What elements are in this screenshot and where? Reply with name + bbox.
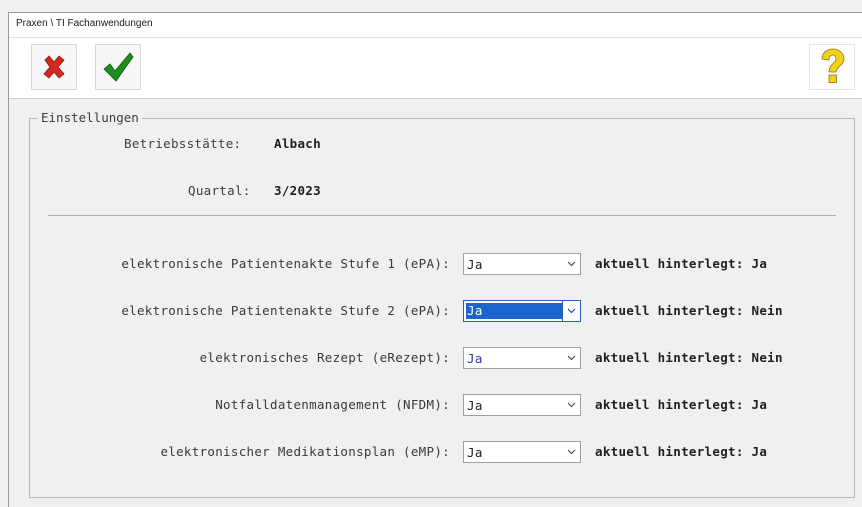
window-title: Praxen \ TI Fachanwendungen: [16, 18, 153, 29]
epa-stufe2-label: elektronische Patientenakte Stufe 2 (ePA…: [121, 303, 450, 318]
epa-stufe1-stored: aktuell hinterlegt: Ja: [595, 256, 768, 271]
title-bar[interactable]: Praxen \ TI Fachanwendungen: [9, 13, 862, 38]
toolbar: [9, 38, 862, 99]
emp-select-value: Ja: [467, 445, 483, 460]
erezept-label: elektronisches Rezept (eRezept):: [199, 350, 450, 365]
quartal-label: Quartal:: [188, 183, 251, 198]
green-checkmark-icon: [103, 52, 134, 82]
epa-stufe2-select[interactable]: Ja: [463, 300, 581, 322]
betriebsstaette-label: Betriebsstätte:: [124, 136, 242, 151]
yellow-question-mark-icon: [821, 48, 845, 83]
epa-stufe1-select[interactable]: Ja: [463, 253, 581, 275]
erezept-select-value: Ja: [467, 351, 483, 366]
chevron-down-icon[interactable]: [563, 348, 580, 368]
epa-stufe2-stored: aktuell hinterlegt: Nein: [595, 303, 783, 318]
confirm-button[interactable]: [95, 44, 141, 90]
red-x-icon: [43, 55, 65, 79]
chevron-down-icon[interactable]: [563, 395, 580, 415]
epa-stufe1-label: elektronische Patientenakte Stufe 1 (ePA…: [121, 256, 450, 271]
emp-select[interactable]: Ja: [463, 441, 581, 463]
settings-group: Einstellungen Betriebsstätte: Albach Qua…: [29, 110, 855, 498]
betriebsstaette-value: Albach: [274, 136, 321, 151]
erezept-select[interactable]: Ja: [463, 347, 581, 369]
chevron-down-icon[interactable]: [562, 301, 580, 321]
nfdm-label: Notfalldatenmanagement (NFDM):: [215, 397, 450, 412]
nfdm-stored: aktuell hinterlegt: Ja: [595, 397, 768, 412]
quartal-value: 3/2023: [274, 183, 321, 198]
erezept-stored: aktuell hinterlegt: Nein: [595, 350, 783, 365]
epa-stufe1-select-value: Ja: [467, 257, 483, 272]
chevron-down-icon[interactable]: [563, 442, 580, 462]
nfdm-select[interactable]: Ja: [463, 394, 581, 416]
settings-group-legend: Einstellungen: [38, 110, 142, 125]
cancel-button[interactable]: [31, 44, 77, 90]
epa-stufe2-select-value: Ja: [466, 303, 562, 319]
dialog-window: Praxen \ TI Fachanwendungen Einstellunge…: [8, 12, 862, 507]
emp-stored: aktuell hinterlegt: Ja: [595, 444, 768, 459]
emp-label: elektronischer Medikationsplan (eMP):: [160, 444, 450, 459]
help-button[interactable]: [809, 44, 855, 90]
nfdm-select-value: Ja: [467, 398, 483, 413]
chevron-down-icon[interactable]: [563, 254, 580, 274]
divider: [48, 215, 836, 216]
